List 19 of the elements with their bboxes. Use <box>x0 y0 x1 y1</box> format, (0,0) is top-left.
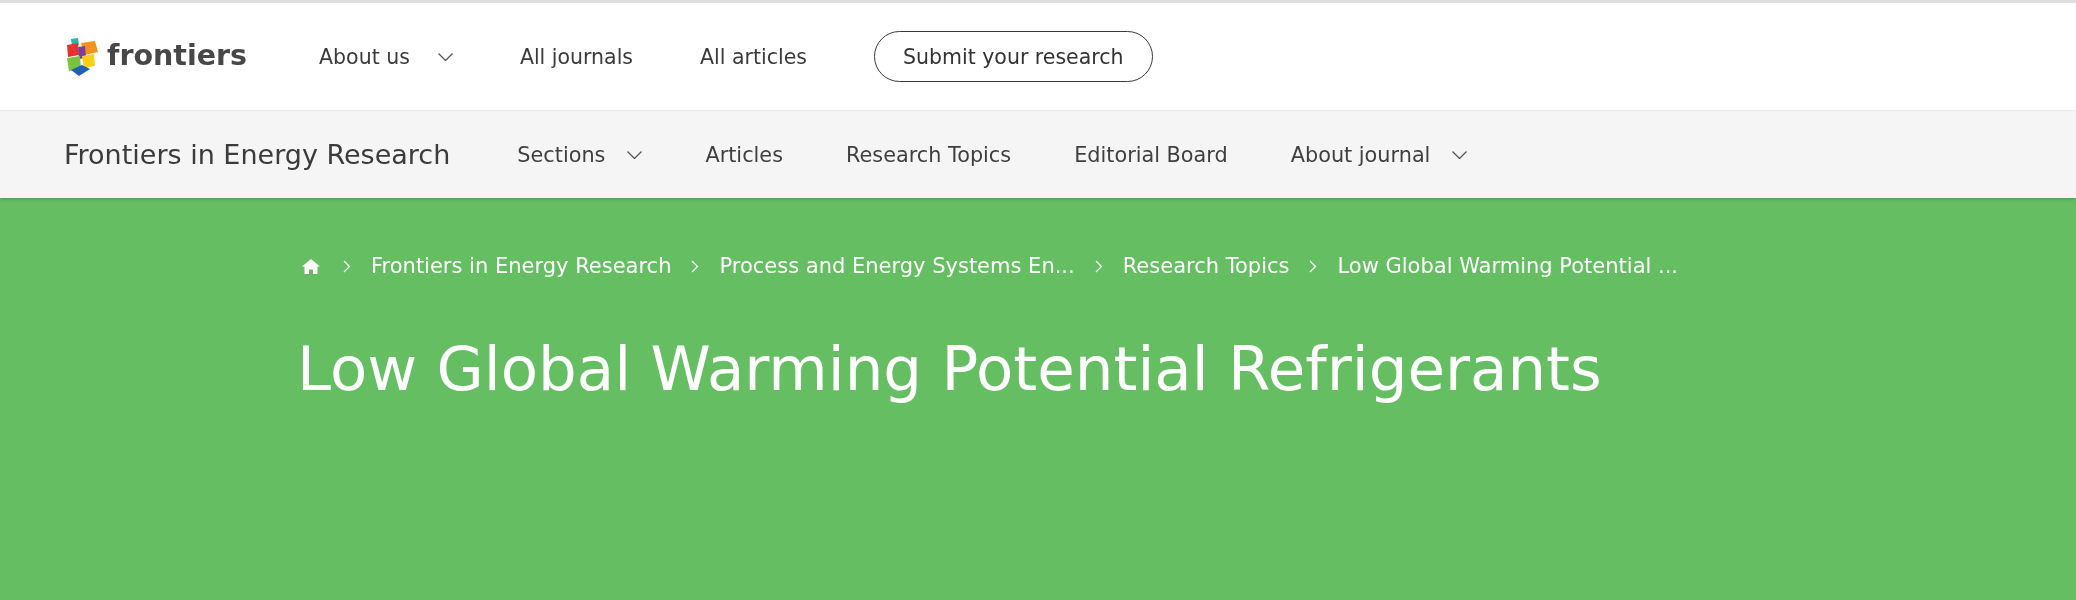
journal-nav-link[interactable]: Articles <box>705 142 783 167</box>
nav-link[interactable]: All articles <box>700 44 807 69</box>
chevron-right-icon <box>1309 259 1318 273</box>
frontiers-logo[interactable]: frontiers <box>67 37 248 76</box>
nav-link[interactable]: All journals <box>519 44 634 69</box>
home-icon[interactable] <box>302 258 320 274</box>
chevron-right-icon <box>691 259 700 273</box>
page-title: Low Global Warming Potential Refrigerants <box>297 335 1602 403</box>
chevron-right-icon <box>1094 259 1103 273</box>
journal-nav-link[interactable]: Sections <box>517 142 643 167</box>
journal-nav-link[interactable]: Research Topics <box>846 142 1012 167</box>
nav-link[interactable]: About us <box>319 44 453 69</box>
journal-nav-link[interactable]: Editorial Board <box>1074 142 1228 167</box>
cubes-logo-icon <box>67 37 99 76</box>
journal-nav-link[interactable]: About journal <box>1290 142 1468 167</box>
submit-research-button[interactable]: Submit your research <box>874 31 1153 82</box>
logo-wordmark: frontiers <box>107 42 248 71</box>
chevron-right-icon <box>343 259 351 273</box>
journal-title-link[interactable]: Frontiers in Energy Research <box>64 139 451 170</box>
